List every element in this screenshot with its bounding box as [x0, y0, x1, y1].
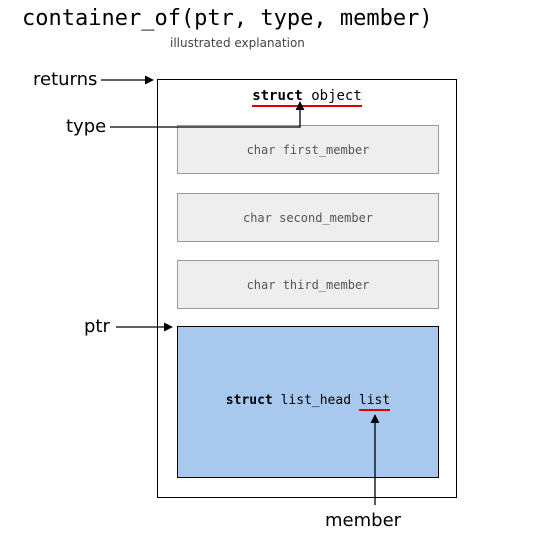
member-first: char first_member: [177, 125, 439, 174]
diagram-title: container_of(ptr, type, member): [22, 6, 433, 31]
list-struct-keyword: struct: [226, 393, 273, 408]
struct-title: struct object: [158, 88, 456, 107]
label-ptr: ptr: [84, 316, 110, 337]
list-type: list_head: [281, 393, 351, 408]
label-returns: returns: [33, 69, 97, 90]
member-list-box: struct list_head list: [177, 326, 439, 478]
struct-name: object: [311, 88, 362, 104]
list-name: list: [359, 393, 390, 411]
member-third: char third_member: [177, 260, 439, 309]
label-member: member: [325, 510, 401, 531]
member-second: char second_member: [177, 193, 439, 242]
label-type: type: [66, 116, 106, 137]
struct-keyword: struct: [252, 88, 303, 104]
struct-object-box: struct object char first_member char sec…: [157, 79, 457, 498]
diagram-subtitle: illustrated explanation: [170, 36, 305, 50]
